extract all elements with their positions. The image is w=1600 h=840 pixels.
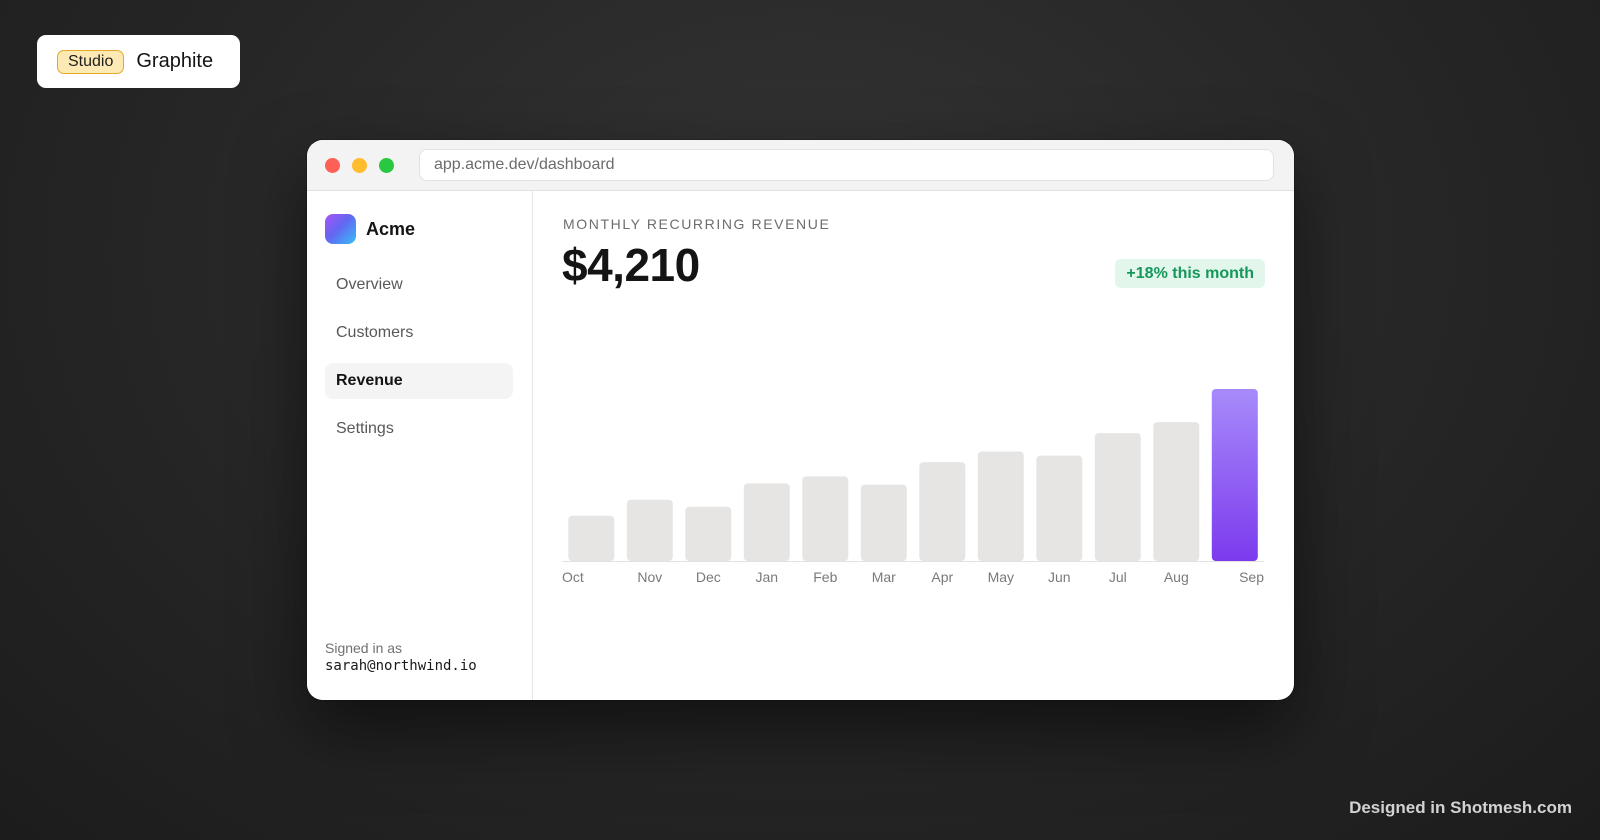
bar-may: [977, 451, 1024, 561]
x-tick-label: Sep: [1239, 569, 1264, 585]
bar-aug: [1153, 422, 1200, 561]
signed-in-label: Signed in as: [325, 640, 403, 656]
nav-item-label: Customers: [336, 324, 414, 341]
maximize-window-button[interactable]: [379, 158, 394, 173]
nav-item-revenue[interactable]: Revenue: [325, 363, 513, 399]
metric-value: $4,210: [562, 239, 700, 291]
url-bar[interactable]: app.acme.dev/dashboard: [419, 149, 1274, 181]
x-tick-label: Apr: [931, 569, 953, 585]
revenue-bar-chart: Oct Nov Dec Jan Feb Mar Apr May Jun Jul Aug Sep: [562, 389, 1264, 585]
x-tick-label: Jul: [1109, 569, 1127, 585]
studio-tag: Studio: [57, 49, 125, 74]
x-tick-label: Aug: [1164, 569, 1189, 585]
x-tick-label: Mar: [872, 569, 896, 585]
bar-feb: [802, 476, 849, 561]
close-window-button[interactable]: [325, 158, 340, 173]
minimize-window-button[interactable]: [352, 158, 367, 173]
nav-item-label: Revenue: [336, 372, 403, 389]
bar-jan: [743, 483, 790, 561]
metric-label: MONTHLY RECURRING REVENUE: [563, 216, 831, 232]
bar-mar: [860, 484, 907, 561]
change-badge: +18% this month: [1115, 259, 1265, 288]
app-name: Acme: [366, 219, 416, 239]
x-tick-label: May: [988, 569, 1014, 585]
x-tick-label: Oct: [562, 569, 584, 585]
brand-name: Graphite: [136, 50, 214, 72]
bar-dec: [685, 506, 732, 561]
titlebar: app.acme.dev/dashboard: [307, 140, 1294, 191]
nav-item-customers[interactable]: Customers: [325, 315, 513, 351]
bar-apr: [919, 462, 966, 561]
bar-jul: [1094, 433, 1141, 561]
x-tick-label: Jan: [756, 569, 779, 585]
sidebar: Acme Overview Customers Revenue Settings…: [307, 191, 533, 700]
app-logo-icon: [325, 214, 356, 244]
x-tick-label: Nov: [637, 569, 662, 585]
x-tick-label: Feb: [813, 569, 837, 585]
bar-jun: [1036, 455, 1083, 561]
nav-item-label: Overview: [336, 276, 403, 293]
url-text: app.acme.dev/dashboard: [434, 156, 615, 173]
nav-item-label: Settings: [336, 420, 394, 437]
main-content: MONTHLY RECURRING REVENUE $4,210 +18% th…: [533, 191, 1294, 700]
nav-item-overview[interactable]: Overview: [325, 267, 513, 303]
bar-nov: [626, 499, 673, 561]
nav-item-settings[interactable]: Settings: [325, 411, 513, 447]
x-tick-label: Dec: [696, 569, 721, 585]
x-tick-label: Jun: [1048, 569, 1071, 585]
signed-in-email: sarah@northwind.io: [325, 658, 477, 674]
footer-credit: Designed in Shotmesh.com: [1349, 798, 1572, 817]
bar-oct: [568, 515, 615, 561]
brand-pill: Studio Graphite: [37, 35, 240, 88]
browser-window: app.acme.dev/dashboard Acme Overview Cus…: [307, 140, 1294, 700]
bar-sep: [1211, 389, 1258, 561]
